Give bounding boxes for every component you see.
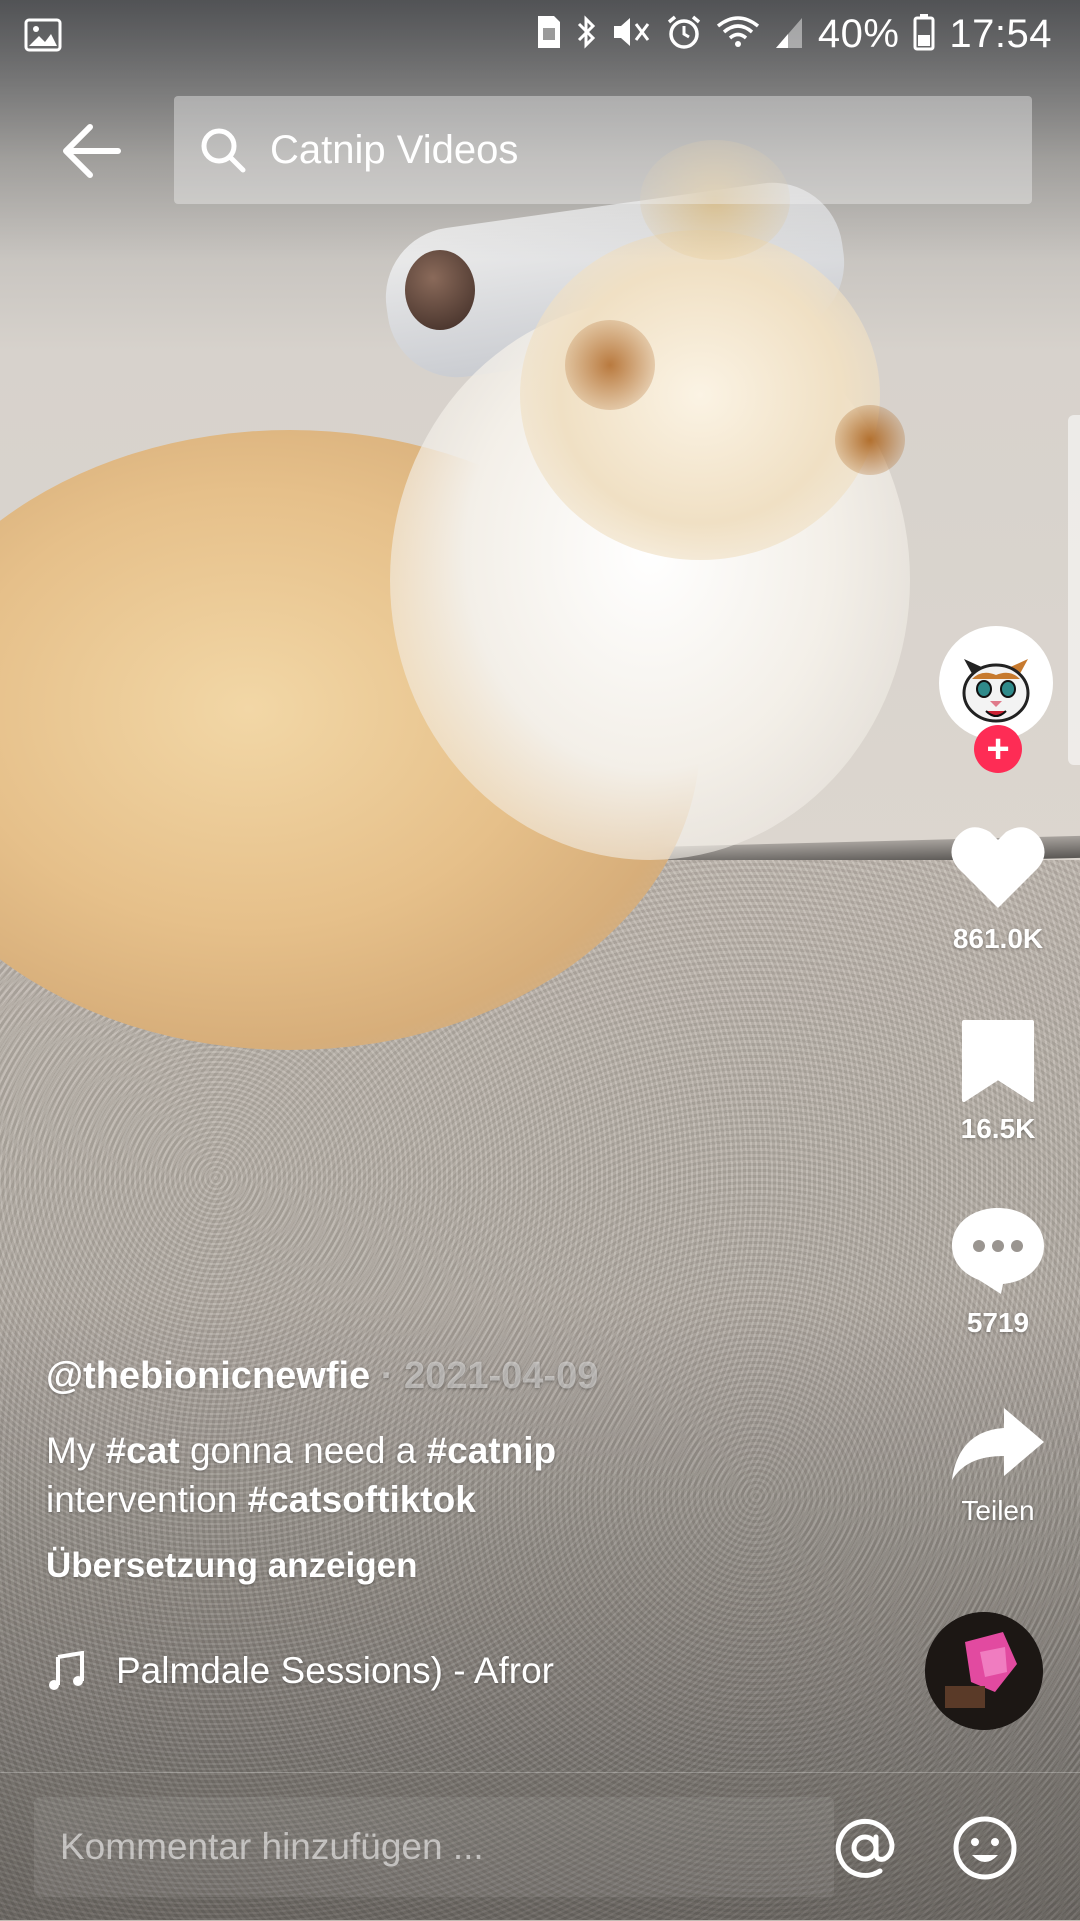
- emoji-icon: [953, 1816, 1017, 1880]
- desc-text: My: [46, 1430, 106, 1471]
- hashtag-catnip[interactable]: #catnip: [427, 1430, 557, 1471]
- bookmark-count: 16.5K: [960, 1113, 1036, 1144]
- bookmark-button[interactable]: 16.5K: [928, 1018, 1068, 1145]
- wifi-icon: [716, 14, 760, 55]
- toy-ball: [405, 250, 475, 330]
- mute-icon: [612, 14, 652, 55]
- back-button[interactable]: [56, 115, 128, 187]
- comment-button[interactable]: 5719: [928, 1204, 1068, 1339]
- search-query: Catnip Videos: [270, 127, 519, 172]
- creator-avatar[interactable]: [939, 626, 1053, 740]
- cat-ear: [835, 405, 905, 475]
- status-bar: 40% 17:54: [0, 0, 1080, 76]
- at-icon: [835, 1818, 895, 1878]
- comment-icon: [952, 1208, 1044, 1294]
- music-ticker[interactable]: Palmdale Sessions) - Afror: [46, 1650, 554, 1692]
- comment-placeholder: Kommentar hinzufügen ...: [60, 1826, 484, 1867]
- alarm-icon: [666, 14, 702, 55]
- comment-bar: Kommentar hinzufügen ...: [0, 1772, 1080, 1921]
- separator: ·: [380, 1355, 394, 1397]
- share-icon: [952, 1408, 1044, 1480]
- hashtag-catsoftiktok[interactable]: #catsoftiktok: [248, 1479, 476, 1520]
- desc-text: gonna need a: [179, 1430, 427, 1471]
- signal-icon: [774, 14, 804, 55]
- show-translation-link[interactable]: Übersetzung anzeigen: [46, 1546, 906, 1586]
- sim-icon: [536, 14, 562, 55]
- clock: 17:54: [949, 12, 1052, 56]
- comment-count: 5719: [966, 1307, 1030, 1338]
- follow-button[interactable]: +: [974, 725, 1022, 773]
- desc-text: intervention: [46, 1479, 248, 1520]
- author-username[interactable]: @thebionicnewfie: [46, 1355, 370, 1397]
- author-line: @thebionicnewfie · 2021-04-09: [46, 1355, 906, 1398]
- post-description: My #cat gonna need a #catnip interventio…: [46, 1426, 906, 1524]
- image-icon: [24, 18, 62, 57]
- comment-input[interactable]: Kommentar hinzufügen ...: [34, 1797, 834, 1897]
- video-player[interactable]: [0, 0, 1080, 1920]
- music-title: Palmdale Sessions) - Afror: [116, 1650, 555, 1691]
- share-button[interactable]: Teilen: [928, 1404, 1068, 1527]
- cat-ear: [565, 320, 655, 410]
- hashtag-cat[interactable]: #cat: [106, 1430, 180, 1471]
- emoji-button[interactable]: [952, 1815, 1018, 1881]
- cat-head: [520, 230, 880, 560]
- heart-icon: [951, 827, 1045, 908]
- battery-percent: 40%: [817, 12, 900, 56]
- battery-icon: [913, 13, 935, 56]
- back-arrow-icon: [63, 124, 121, 178]
- post-caption: @thebionicnewfie · 2021-04-09 My #cat go…: [46, 1355, 906, 1586]
- share-label: Teilen: [961, 1495, 1035, 1526]
- music-disc[interactable]: [925, 1612, 1043, 1730]
- like-count: 861.0K: [952, 923, 1044, 954]
- bookmark-icon: [962, 1020, 1034, 1102]
- search-bar[interactable]: Catnip Videos: [174, 96, 1032, 204]
- bluetooth-icon: [576, 14, 598, 55]
- side-scroll-indicator: [1068, 415, 1080, 765]
- music-note-icon: [49, 1651, 84, 1690]
- mention-button[interactable]: [832, 1815, 898, 1881]
- post-date: 2021-04-09: [403, 1355, 599, 1397]
- like-button[interactable]: 861.0K: [928, 822, 1068, 955]
- search-icon: [201, 128, 246, 173]
